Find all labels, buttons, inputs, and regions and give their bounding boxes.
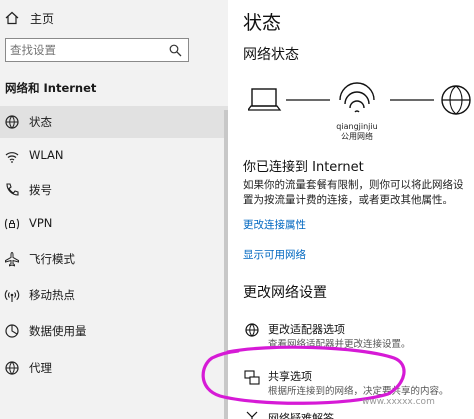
globe-icon: [5, 361, 19, 375]
sidebar: 主页 网络和 Internet 状态 WLAN 拨号: [0, 0, 228, 419]
sidebar-item-dialup[interactable]: 拨号: [0, 174, 228, 206]
sidebar-item-mobile-hotspot[interactable]: 移动热点: [0, 279, 228, 311]
sidebar-item-label: WLAN: [29, 148, 64, 162]
sharing-options-desc: 根据所连接到的网络，决定要共享的内容。: [268, 386, 449, 397]
sidebar-item-label: 状态: [29, 115, 52, 129]
adapter-options-desc: 查看网络适配器并更改连接设置。: [268, 339, 411, 350]
search-icon[interactable]: [169, 44, 182, 57]
network-status-heading: 网络状态: [243, 47, 299, 63]
troubleshoot-icon: [246, 411, 258, 419]
adapter-options-icon: [245, 323, 259, 337]
section-title: 网络和 Internet: [5, 81, 97, 95]
search-input[interactable]: [10, 42, 160, 58]
network-type: 公用网络: [341, 132, 373, 141]
sidebar-item-label: 拨号: [29, 183, 52, 197]
sidebar-item-label: 代理: [29, 361, 52, 375]
connection-description-line2: 置为按流量计费的连接，或者更改其他属性。: [243, 194, 453, 206]
network-ssid: qiangjinjiu: [336, 122, 378, 131]
network-troubleshooter-link[interactable]: 网络疑难解答: [268, 410, 334, 419]
wifi-icon: [339, 82, 375, 113]
hotspot-icon: [4, 289, 20, 302]
sharing-options-link[interactable]: 共享选项: [268, 368, 312, 384]
main-panel: 状态 网络状态 qiangjinjiu 公用网络 你已连接到 Internet …: [228, 0, 474, 419]
sharing-options-icon: [244, 370, 260, 385]
show-available-networks-link[interactable]: 显示可用网络: [243, 247, 306, 262]
sidebar-item-airplane-mode[interactable]: 飞行模式: [0, 243, 228, 275]
sidebar-item-status[interactable]: 状态: [0, 106, 228, 138]
home-label: 主页: [30, 12, 55, 26]
phone-icon: [6, 183, 19, 196]
change-connection-properties-link[interactable]: 更改连接属性: [243, 217, 306, 232]
globe-icon: [441, 85, 471, 115]
sidebar-item-wlan[interactable]: WLAN: [0, 140, 228, 172]
page-title: 状态: [243, 12, 282, 34]
sidebar-item-proxy[interactable]: 代理: [0, 352, 228, 384]
sidebar-item-label: 数据使用量: [29, 324, 87, 338]
home-nav-item[interactable]: 主页: [0, 4, 228, 32]
watermark-text: www.xxxxx.com: [362, 397, 435, 407]
connection-description-line1: 如果你的流量套餐有限制，则你可以将此网络设: [243, 179, 464, 191]
adapter-options-link[interactable]: 更改适配器选项: [268, 321, 345, 337]
vpn-icon: [4, 218, 20, 230]
change-network-settings-heading: 更改网络设置: [243, 285, 327, 301]
home-icon: [5, 11, 19, 25]
wifi-icon: [5, 152, 19, 163]
sidebar-item-vpn[interactable]: VPN: [0, 208, 228, 240]
data-usage-icon: [5, 324, 19, 338]
sidebar-item-label: 飞行模式: [29, 252, 75, 266]
sidebar-item-label: VPN: [29, 216, 53, 230]
sidebar-item-data-usage[interactable]: 数据使用量: [0, 315, 228, 347]
airplane-icon: [5, 251, 19, 267]
laptop-icon: [248, 88, 282, 111]
globe-icon: [5, 115, 19, 129]
search-box[interactable]: [5, 38, 189, 62]
sidebar-item-label: 移动热点: [29, 288, 75, 302]
connection-status-text: 你已连接到 Internet: [243, 160, 364, 175]
